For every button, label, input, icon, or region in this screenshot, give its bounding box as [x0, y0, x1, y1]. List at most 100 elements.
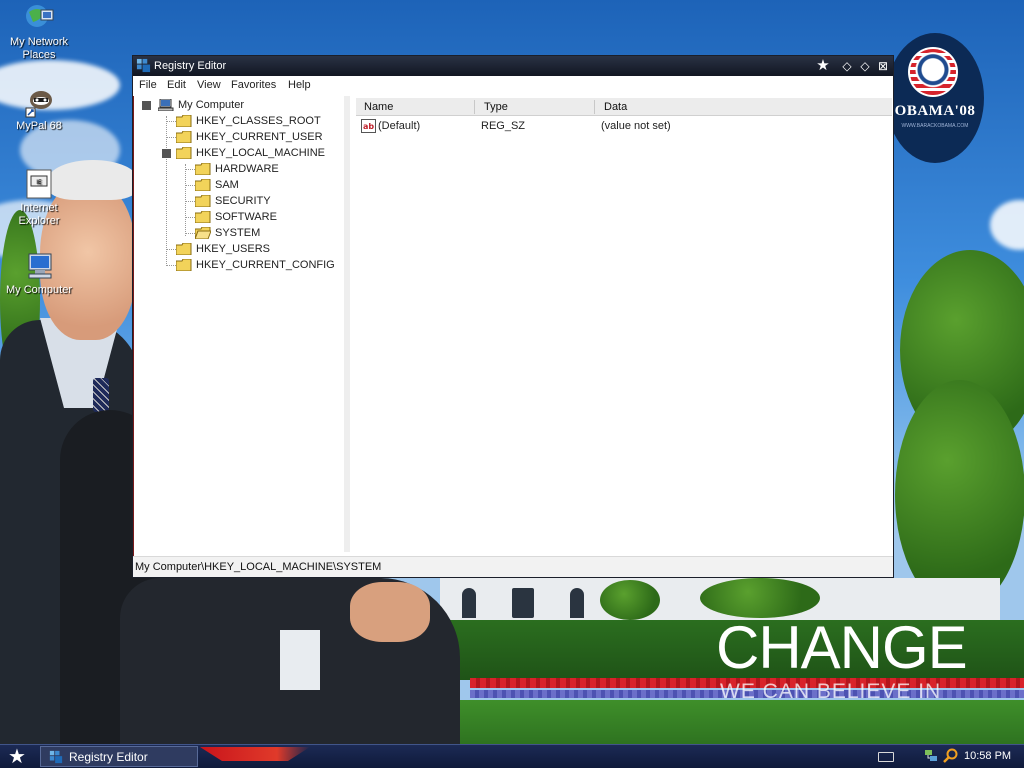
tree-node-label: HKEY_USERS: [196, 243, 270, 255]
desktop-icon-label: MyPal 68: [16, 120, 62, 132]
list-header: Name Type Data: [356, 98, 892, 116]
tree-node-software[interactable]: SOFTWARE: [179, 210, 349, 226]
key-tree[interactable]: My Computer HKEY_CLASSES_ROOT HKEY_CURRE…: [134, 96, 350, 552]
folder-icon: [195, 211, 211, 223]
desktop-icon-internet-explorer[interactable]: IE Internet Explorer: [1, 168, 77, 228]
desktop-icon-label: My Network Places: [9, 36, 69, 61]
desktop-icon-mypal[interactable]: MyPal 68: [1, 86, 77, 133]
start-button[interactable]: ★: [4, 746, 30, 768]
string-value-icon: ab: [361, 119, 376, 133]
campaign-logo-text: OBAMA'08: [894, 103, 976, 119]
tree-connector: [166, 121, 176, 122]
folder-icon: [176, 131, 192, 143]
column-separator[interactable]: [474, 100, 475, 114]
wallpaper-headline: CHANGE: [716, 614, 968, 681]
wallpaper-subline: WE CAN BELIEVE IN: [720, 680, 942, 703]
search-icon[interactable]: [942, 748, 958, 764]
clock[interactable]: 10:58 PM: [964, 750, 1011, 762]
desktop-icon-my-computer[interactable]: My Computer: [1, 250, 77, 297]
menu-favorites[interactable]: Favorites: [231, 79, 276, 91]
tree-connector: [185, 217, 195, 218]
menu-bar: File Edit View Favorites Help: [133, 76, 893, 96]
folder-icon: [195, 179, 211, 191]
tree-connector: [185, 201, 195, 202]
registry-editor-window[interactable]: Registry Editor ★ ◇ ◇ ⊠ File Edit View F…: [132, 55, 894, 578]
values-list[interactable]: Name Type Data ab (Default) REG_SZ (valu…: [356, 96, 892, 552]
cloud: [990, 200, 1024, 250]
wallpaper-flag-stripe: [200, 747, 310, 761]
tree: [895, 380, 1024, 610]
taskbar-button-registry-editor[interactable]: Registry Editor: [40, 746, 198, 767]
minimize-button[interactable]: ◇: [839, 58, 855, 74]
collapse-icon[interactable]: [162, 149, 171, 158]
desktop-icon-label: My Computer: [5, 284, 73, 296]
tree-node-label: SECURITY: [215, 195, 271, 207]
tree-node-hkey-current-user[interactable]: HKEY_CURRENT_USER: [160, 130, 350, 146]
folder-icon: [176, 115, 192, 127]
menu-view[interactable]: View: [197, 79, 221, 91]
maximize-button[interactable]: ◇: [857, 58, 873, 74]
column-header-type[interactable]: Type: [484, 101, 508, 113]
my-computer-icon: [28, 253, 52, 279]
tree-node-hkey-users[interactable]: HKEY_USERS: [160, 242, 350, 258]
column-header-data[interactable]: Data: [604, 101, 627, 113]
tree-connector: [166, 249, 176, 250]
desktop-icon-network-places[interactable]: My Network Places: [1, 2, 77, 62]
folder-icon: [176, 243, 192, 255]
folder-open-icon: [176, 147, 192, 159]
menu-help[interactable]: Help: [288, 79, 311, 91]
svg-text:IE: IE: [36, 179, 42, 186]
menu-edit[interactable]: Edit: [167, 79, 186, 91]
svg-text:ab: ab: [363, 122, 374, 131]
window-titlebar[interactable]: Registry Editor ★ ◇ ◇ ⊠: [133, 56, 893, 76]
tree-node-label: HKEY_CLASSES_ROOT: [196, 115, 321, 127]
menu-file[interactable]: File: [139, 79, 157, 91]
tree-node-hkey-local-machine[interactable]: HKEY_LOCAL_MACHINE: [160, 146, 350, 162]
column-separator[interactable]: [594, 100, 595, 114]
tree-connector: [185, 169, 195, 170]
collapse-icon[interactable]: [142, 101, 151, 110]
computer-icon: [158, 99, 174, 111]
campaign-logo-sun: [908, 47, 958, 97]
tree-node-hkey-classes-root[interactable]: HKEY_CLASSES_ROOT: [160, 114, 350, 130]
lawn: [430, 700, 1024, 744]
tree-node-my-computer[interactable]: My Computer: [142, 98, 342, 114]
tree-node-label: SAM: [215, 179, 239, 191]
campaign-logo-url: WWW.BARACKOBAMA.COM: [901, 123, 969, 129]
tree-node-label: HKEY_LOCAL_MACHINE: [196, 147, 325, 159]
tree-node-label: SYSTEM: [215, 227, 261, 239]
registry-editor-icon: [136, 58, 151, 73]
shirt-cuff: [280, 630, 320, 690]
tree-node-sam[interactable]: SAM: [179, 178, 349, 194]
pin-button[interactable]: ★: [815, 58, 831, 74]
tree-node-label: HARDWARE: [215, 163, 279, 175]
tree-node-hkey-current-config[interactable]: HKEY_CURRENT_CONFIG: [160, 258, 350, 274]
value-row[interactable]: ab (Default) REG_SZ (value not set): [356, 118, 892, 135]
tree-connector: [166, 265, 176, 266]
tree-connector: [166, 137, 176, 138]
bush: [700, 578, 820, 618]
taskbar: ★ Registry Editor 10:58 PM: [0, 744, 1024, 768]
column-header-name[interactable]: Name: [364, 101, 393, 113]
close-button[interactable]: ⊠: [875, 58, 891, 74]
tree-node-security[interactable]: SECURITY: [179, 194, 349, 210]
value-type: REG_SZ: [481, 120, 526, 132]
window-arch: [462, 588, 476, 618]
status-bar: My Computer\HKEY_LOCAL_MACHINE\SYSTEM: [133, 556, 893, 577]
taskbar-button-label: Registry Editor: [69, 750, 148, 764]
network-icon[interactable]: [924, 749, 938, 763]
tree-node-system[interactable]: SYSTEM: [179, 226, 349, 242]
folder-icon: [176, 259, 192, 271]
tree-node-hardware[interactable]: HARDWARE: [179, 162, 349, 178]
network-places-icon: [26, 5, 54, 27]
tree-node-label: SOFTWARE: [215, 211, 277, 223]
tree-node-label: My Computer: [178, 99, 245, 111]
folder-icon: [195, 195, 211, 207]
value-data: (value not set): [601, 120, 671, 132]
keyboard-icon[interactable]: [878, 752, 894, 762]
folder-open-icon: [195, 227, 211, 239]
window-arch: [512, 588, 534, 618]
window-title: Registry Editor: [154, 60, 227, 72]
hand: [350, 582, 430, 642]
tie: [93, 378, 109, 412]
